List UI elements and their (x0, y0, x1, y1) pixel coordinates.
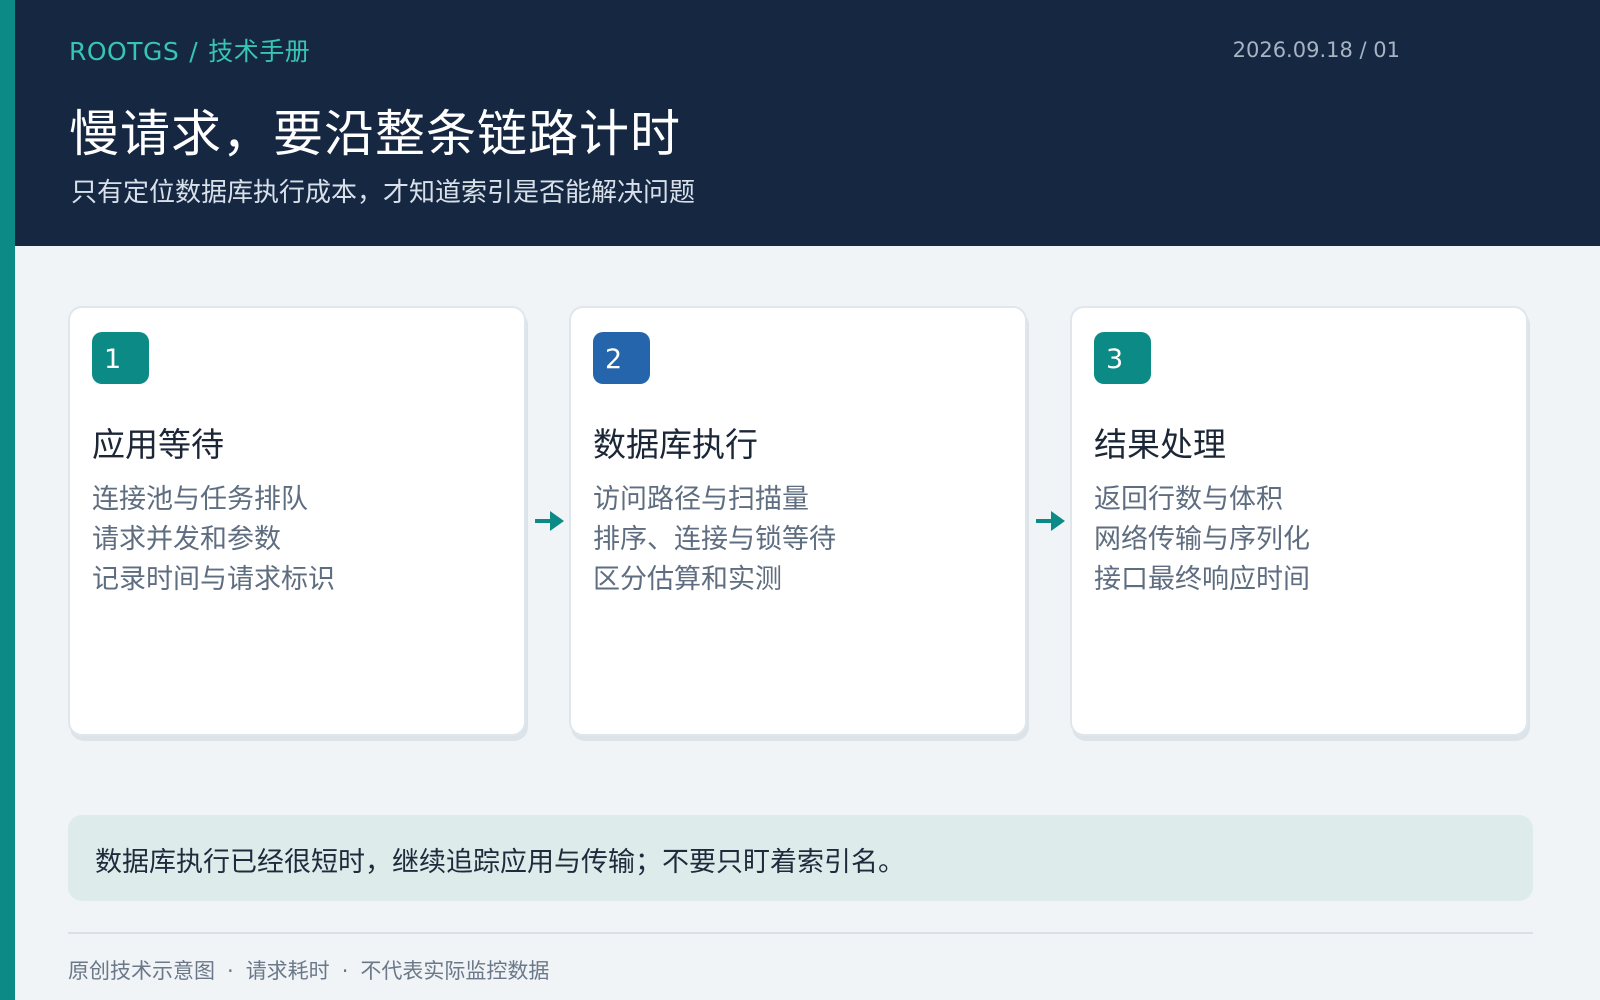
footer-separator: · (341, 959, 349, 983)
list-item: 区分估算和实测 (593, 564, 782, 595)
footer-separator: · (227, 959, 234, 983)
page-subtitle: 只有定位数据库执行成本，才知道索引是否能解决问题 (71, 178, 696, 208)
step-number-badge: 3 (1094, 332, 1151, 384)
list-item: 请求并发和参数 (92, 524, 281, 555)
step-card-3: 3 结果处理 返回行数与体积 网络传输与序列化 接口最终响应时间 (1070, 306, 1528, 736)
footer-notes: 原创技术示意图 · 请求耗时 · 不代表实际监控数据 (68, 955, 549, 985)
date-page-indicator: 2026.09.18 / 01 (1232, 38, 1400, 62)
step-card-1: 1 应用等待 连接池与任务排队 请求并发和参数 记录时间与请求标识 (68, 306, 526, 736)
arrow-right-icon (1036, 511, 1065, 531)
callout-box: 数据库执行已经很短时，继续追踪应用与传输；不要只盯着索引名。 (68, 815, 1533, 901)
list-item: 连接池与任务排队 (92, 484, 308, 515)
step-item-list: 访问路径与扫描量 排序、连接与锁等待 区分估算和实测 (593, 480, 836, 600)
breadcrumb-brand: ROOTGS (69, 37, 180, 66)
footer-divider (68, 932, 1533, 934)
step-number-badge: 1 (92, 332, 149, 384)
list-item: 排序、连接与锁等待 (593, 524, 836, 555)
step-number-badge: 2 (593, 332, 650, 384)
arrow-right-icon (535, 511, 564, 531)
step-card-2: 2 数据库执行 访问路径与扫描量 排序、连接与锁等待 区分估算和实测 (569, 306, 1027, 736)
accent-bar (0, 0, 15, 1000)
list-item: 访问路径与扫描量 (593, 484, 809, 515)
header-banner: ROOTGS / 技术手册 2026.09.18 / 01 慢请求，要沿整条链路计时… (15, 0, 1600, 246)
list-item: 接口最终响应时间 (1094, 564, 1310, 595)
footer-item: 不代表实际监控数据 (360, 959, 550, 983)
footer-item: 请求耗时 (245, 959, 330, 983)
list-item: 网络传输与序列化 (1094, 524, 1310, 555)
footer-item: 原创技术示意图 (68, 959, 215, 983)
step-title: 结果处理 (1094, 425, 1226, 464)
list-item: 记录时间与请求标识 (92, 564, 335, 595)
callout-text: 数据库执行已经很短时，继续追踪应用与传输；不要只盯着索引名。 (95, 847, 905, 878)
breadcrumb-separator: / (189, 37, 199, 66)
breadcrumb: ROOTGS / 技术手册 (69, 32, 310, 68)
page-title: 慢请求，要沿整条链路计时 (69, 105, 681, 163)
step-item-list: 返回行数与体积 网络传输与序列化 接口最终响应时间 (1094, 480, 1310, 600)
step-item-list: 连接池与任务排队 请求并发和参数 记录时间与请求标识 (92, 480, 335, 600)
step-title: 应用等待 (92, 425, 224, 464)
breadcrumb-section: 技术手册 (208, 37, 311, 66)
list-item: 返回行数与体积 (1094, 484, 1283, 515)
step-title: 数据库执行 (593, 425, 758, 464)
